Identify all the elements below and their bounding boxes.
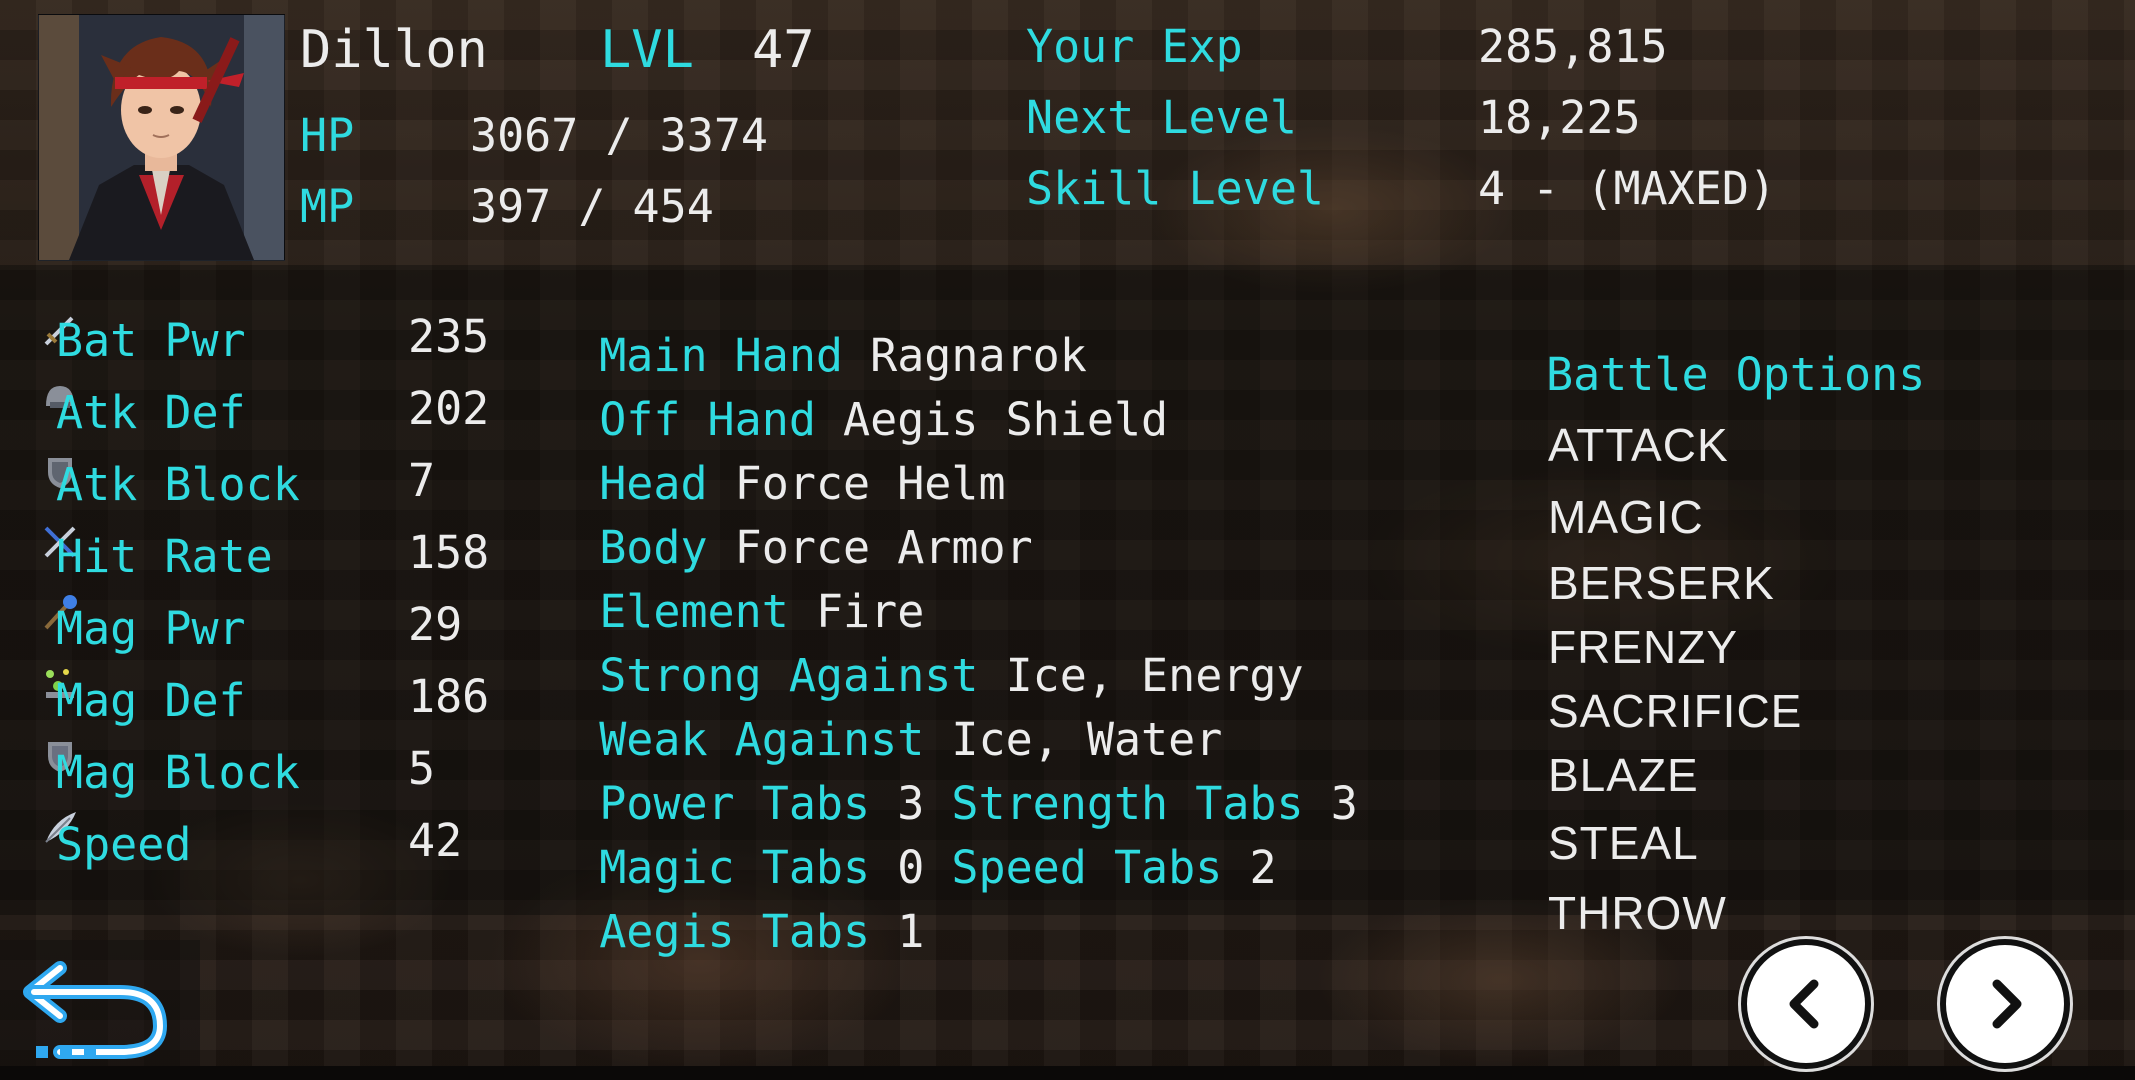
stat-label-mag-pwr: Mag Pwr [56, 602, 246, 655]
stat-value-bat-pwr: 235 [408, 310, 490, 363]
battle-option-steal[interactable]: STEAL [1548, 820, 1699, 866]
battle-option-magic[interactable]: MAGIC [1548, 494, 1704, 540]
next-level-label: Next Level [1026, 91, 1297, 144]
stat-label-mag-block: Mag Block [56, 746, 300, 799]
your-exp-value: 285,815 [1478, 20, 1668, 73]
battle-option-frenzy[interactable]: FRENZY [1548, 624, 1738, 670]
aegis-tabs-value: 1 [897, 905, 925, 958]
character-portrait [38, 14, 285, 261]
prev-button[interactable] [1741, 939, 1871, 1069]
character-name: Dillon [300, 20, 488, 80]
stat-value-atk-def: 202 [408, 382, 490, 435]
stat-label-speed: Speed [56, 818, 192, 871]
stat-label-bat-pwr: Bat Pwr [56, 314, 246, 367]
level-value: 47 [752, 20, 815, 80]
chevron-right-icon [1992, 979, 2022, 1029]
stat-value-mag-def: 186 [408, 670, 490, 723]
mp-value: 397 / 454 [470, 180, 714, 233]
aegis-tabs-label: Aegis Tabs [599, 905, 871, 958]
stat-label-atk-block: Atk Block [56, 458, 300, 511]
battle-option-sacrifice[interactable]: SACRIFICE [1548, 688, 1802, 734]
speed-tabs-label: Speed Tabs [951, 841, 1223, 894]
battle-option-throw[interactable]: THROW [1548, 890, 1727, 936]
hp-value: 3067 / 3374 [470, 109, 769, 162]
stat-value-mag-block: 5 [408, 742, 436, 795]
stat-label-mag-def: Mag Def [56, 674, 246, 727]
skill-level-value: 4 - (MAXED) [1478, 162, 1777, 215]
avatar [39, 15, 284, 260]
stat-value-hit-rate: 158 [408, 526, 490, 579]
speed-tabs-value: 2 [1249, 841, 1277, 894]
level-label: LVL [600, 20, 694, 80]
back-arrow-icon [23, 961, 168, 1059]
battle-option-blaze[interactable]: BLAZE [1548, 752, 1699, 798]
tabs-row-3: Aegis Tabs 1 [545, 864, 924, 954]
back-button[interactable] [0, 940, 200, 1066]
stat-label-atk-def: Atk Def [56, 386, 246, 439]
battle-option-attack[interactable]: ATTACK [1548, 422, 1729, 468]
stat-value-speed: 42 [408, 814, 463, 867]
battle-options-title: Battle Options [1546, 348, 1926, 401]
skill-level-label: Skill Level [1026, 162, 1325, 215]
strength-tabs-value: 3 [1330, 777, 1358, 830]
stat-label-hit-rate: Hit Rate [56, 530, 273, 583]
mp-label: MP [300, 180, 355, 233]
stat-value-mag-pwr: 29 [408, 598, 463, 651]
hp-label: HP [300, 109, 355, 162]
your-exp-label: Your Exp [1026, 20, 1243, 73]
battle-option-berserk[interactable]: BERSERK [1548, 560, 1775, 606]
chevron-left-icon [1789, 979, 1819, 1029]
next-level-value: 18,225 [1478, 91, 1641, 144]
next-button[interactable] [1940, 939, 2070, 1069]
stat-value-atk-block: 7 [408, 454, 436, 507]
